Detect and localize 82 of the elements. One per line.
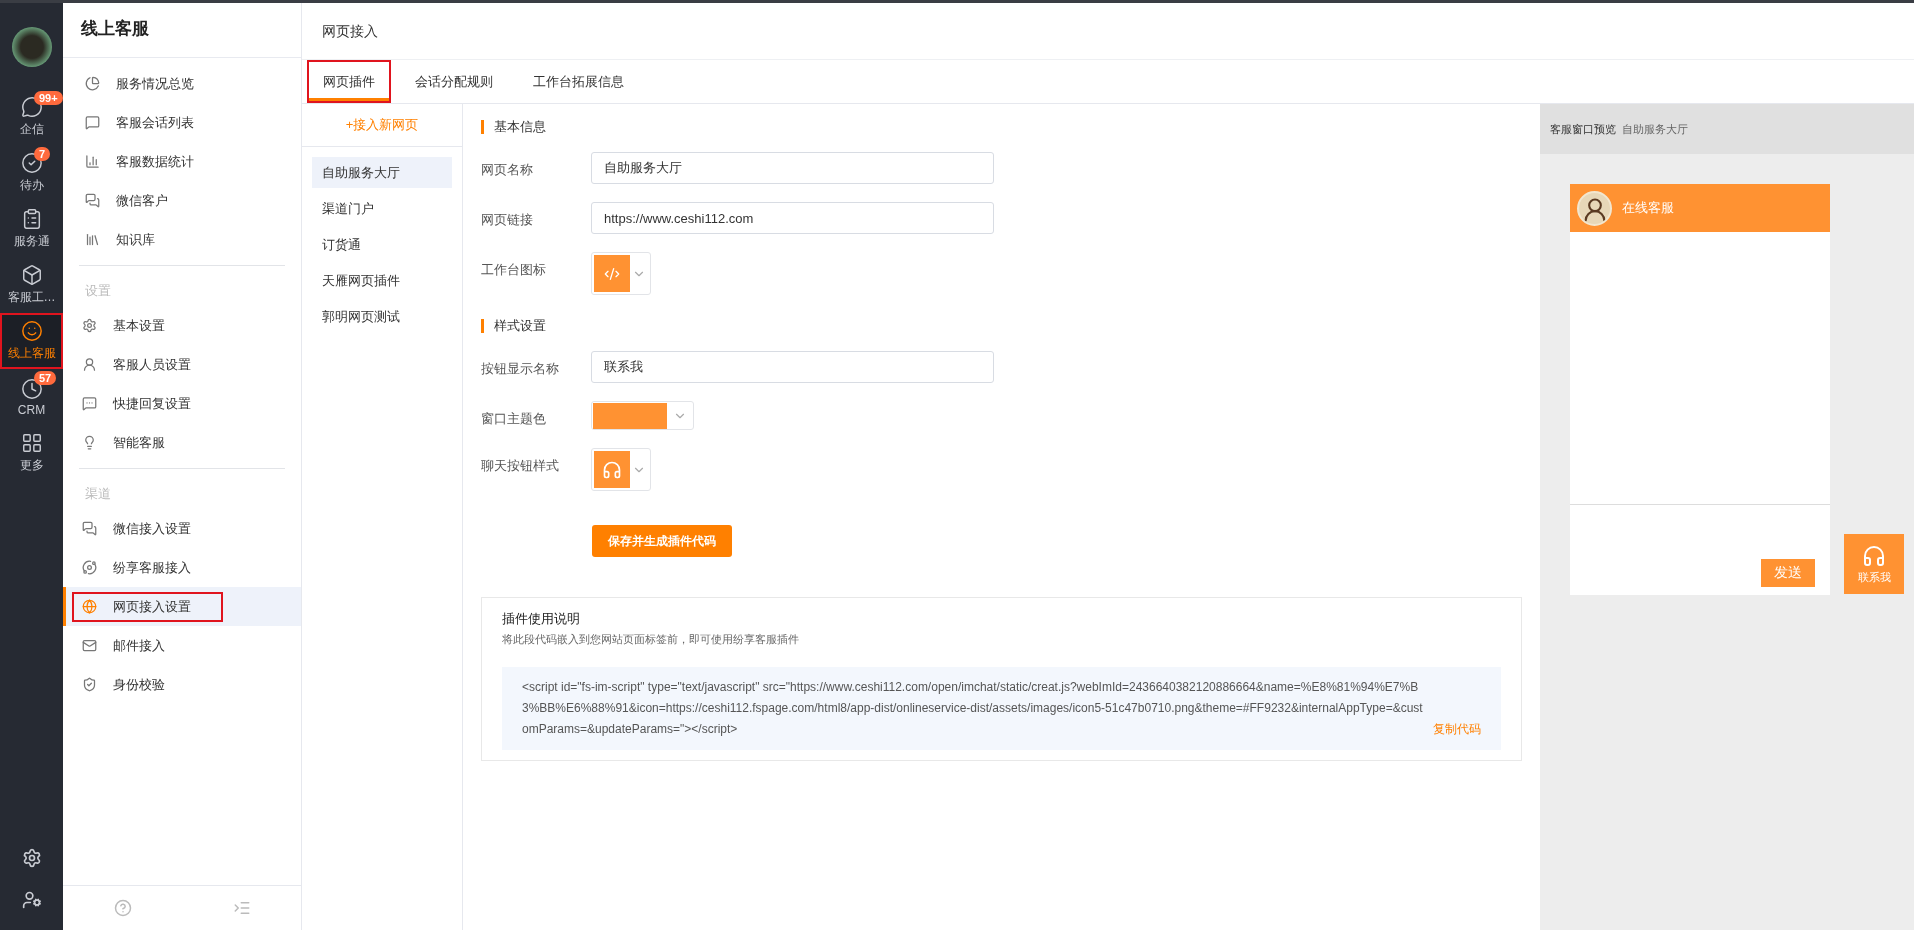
tab[interactable]: 工作台拓展信息 xyxy=(517,60,640,103)
message-dots-icon xyxy=(82,396,97,411)
tab[interactable]: 会话分配规则 xyxy=(399,60,509,103)
section-title: 样式设置 xyxy=(481,319,1522,333)
count-badge: 99+ xyxy=(34,91,63,105)
rail-nav-item[interactable]: 客服工… xyxy=(0,257,63,313)
page-list-item[interactable]: 天雁网页插件 xyxy=(312,265,452,296)
chat-bubbles-icon xyxy=(85,193,100,208)
orbit-icon xyxy=(82,560,97,575)
settings-icon[interactable] xyxy=(21,848,42,868)
count-badge: 7 xyxy=(34,147,51,161)
rail-nav-item[interactable]: 更多 xyxy=(0,425,63,481)
group-title: 设置 xyxy=(84,282,112,300)
sidebar-item[interactable]: 纷享客服接入 xyxy=(79,548,285,587)
rail-nav-item[interactable]: 企信 99+ xyxy=(0,89,63,145)
preview-label: 客服窗口预览 xyxy=(1550,121,1616,137)
sidebar-item[interactable]: 知识库 xyxy=(63,220,301,259)
field-label: 按钮显示名称 xyxy=(481,360,560,378)
section-title: 基本信息 xyxy=(481,120,1522,134)
check-circle-icon xyxy=(20,152,43,174)
sidebar-item[interactable]: 客服会话列表 xyxy=(63,103,301,142)
mail-icon xyxy=(82,638,97,653)
sidebar-item[interactable]: 邮件接入 xyxy=(79,626,285,665)
lightbulb-icon xyxy=(82,435,97,450)
page-list-item[interactable]: 订货通 xyxy=(312,229,452,260)
page-list-item[interactable]: 自助服务大厅 xyxy=(312,157,452,188)
field-label: 网页链接 xyxy=(481,211,534,229)
field-label: 工作台图标 xyxy=(481,261,547,279)
help-icon[interactable] xyxy=(113,899,132,917)
smile-bubble-icon xyxy=(20,320,43,342)
page-list-item[interactable]: 郭明网页测试 xyxy=(312,301,452,332)
agent-avatar xyxy=(1577,190,1612,226)
chat-title: 在线客服 xyxy=(1622,199,1674,217)
rail-nav-item[interactable]: 线上客服 xyxy=(0,313,63,369)
sidebar-item[interactable]: 身份校验 xyxy=(79,665,285,704)
sidebar-item[interactable]: 客服人员设置 xyxy=(79,345,285,384)
sidebar-item[interactable]: 微信客户 xyxy=(63,181,301,220)
globe-icon xyxy=(82,599,97,614)
chat-list-icon xyxy=(85,115,100,130)
person-icon xyxy=(82,357,97,372)
text-field[interactable]: 自助服务大厅 xyxy=(591,152,994,184)
field-label: 网页名称 xyxy=(481,161,534,179)
color-select[interactable] xyxy=(591,401,694,430)
button-style-select[interactable] xyxy=(591,448,651,491)
field-label: 窗口主题色 xyxy=(481,410,547,428)
book-icon xyxy=(85,232,100,247)
icon-select[interactable] xyxy=(591,252,651,295)
sidebar-item[interactable]: 基本设置 xyxy=(79,306,285,345)
code-window-icon xyxy=(604,265,620,282)
sidebar-item[interactable]: 快捷回复设置 xyxy=(79,384,285,423)
code-text: <script id="fs-im-script" type="text/javascript" src="https://www.ceshi112.com/open/imchat/static/creat.js?webImId=2436640382120886664&name=%E8%81%94%E7%B3%BB%E6%88%91&icon=https://ceshi112.fspage.com/html8/app-dist/onlineservice-dist/assets/images/icon5-51c47b0710.png&theme=#FF9232&internalAppType=&customParams=&updateParams="></script> xyxy=(522,679,1423,738)
sidebar-item[interactable]: 微信接入设置 xyxy=(79,509,285,548)
bar-chart-icon xyxy=(85,154,100,169)
page-title: 网页接入 xyxy=(302,3,1914,60)
pie-chart-icon xyxy=(85,76,100,91)
headset-icon xyxy=(602,459,622,480)
preview-page-name: 自助服务大厅 xyxy=(1622,121,1688,137)
page-list-item[interactable]: 渠道门户 xyxy=(312,193,452,224)
sidebar-item[interactable]: 网页接入设置 xyxy=(63,587,301,626)
sidebar-title: 线上客服 xyxy=(63,3,301,58)
settings-icon xyxy=(82,318,97,333)
count-badge: 57 xyxy=(34,371,57,385)
sidebar-item[interactable]: 服务情况总览 xyxy=(63,64,301,103)
field-label: 聊天按钮样式 xyxy=(481,457,560,475)
shield-icon xyxy=(82,677,97,692)
sidebar-item[interactable]: 智能客服 xyxy=(79,423,285,462)
collapse-icon[interactable] xyxy=(232,899,251,917)
chat-bubbles-icon xyxy=(82,521,97,536)
group-title: 渠道 xyxy=(84,485,112,503)
headset-icon xyxy=(1862,543,1886,568)
rail-nav-item[interactable]: 服务通 xyxy=(0,201,63,257)
tab[interactable]: 网页插件 xyxy=(307,60,391,103)
cube-icon xyxy=(20,264,43,286)
text-field[interactable]: 联系我 xyxy=(591,351,994,383)
avatar-photo[interactable] xyxy=(11,27,52,67)
guide-description: 将此段代码嵌入到您网站页面标签前，即可使用纷享客服插件 xyxy=(502,632,800,647)
text-field[interactable]: https://www.ceshi112.com xyxy=(591,202,994,234)
grid-icon xyxy=(20,432,43,454)
rail-nav-item[interactable]: CRM 57 xyxy=(0,369,63,425)
rail-nav-item[interactable]: 待办 7 xyxy=(0,145,63,201)
guide-title: 插件使用说明 xyxy=(502,610,581,628)
sidebar-item[interactable]: 客服数据统计 xyxy=(63,142,301,181)
